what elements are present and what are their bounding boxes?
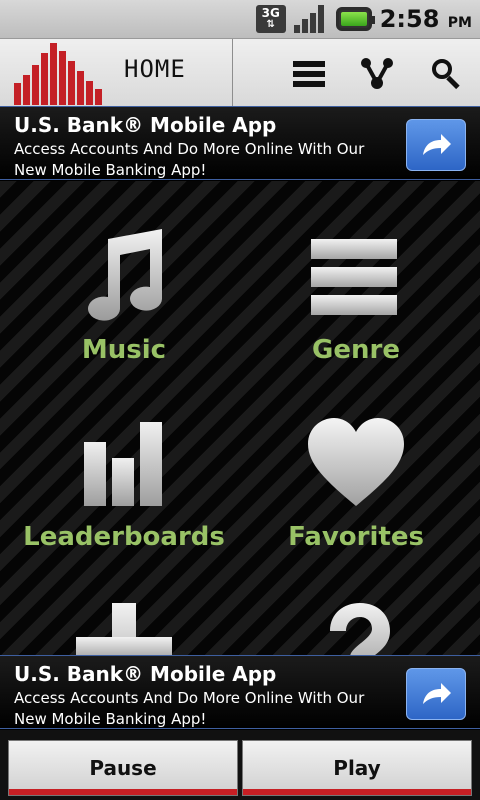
app-header: HOME: [0, 39, 480, 108]
signal-strength-icon: [293, 5, 328, 33]
ad-title: U.S. Bank® Mobile App: [14, 662, 277, 686]
ad-open-button[interactable]: [406, 668, 466, 720]
status-bar: 3G ⇅ 2:58 PM: [0, 0, 480, 39]
main-grid: Music Genre Leaderboards Favorites: [0, 181, 480, 655]
ad-banner-top[interactable]: U.S. Bank® Mobile App Access Accounts An…: [0, 106, 480, 180]
play-button[interactable]: Play: [242, 740, 472, 796]
network-3g-icon: 3G ⇅: [255, 5, 286, 33]
ad-line-1: Access Accounts And Do More Online With …: [14, 140, 365, 158]
ad-description: Access Accounts And Do More Online With …: [14, 688, 384, 730]
bar-chart-icon: [84, 422, 162, 506]
share-arrow-icon: [423, 683, 451, 704]
list-bars-icon: [311, 239, 397, 315]
ad-banner-bottom[interactable]: U.S. Bank® Mobile App Access Accounts An…: [0, 655, 480, 729]
playback-controls: Pause Play: [0, 730, 480, 800]
heart-icon: [308, 418, 404, 506]
battery-icon: [335, 7, 375, 31]
tile-label: Leaderboards: [23, 522, 225, 552]
search-icon[interactable]: [430, 57, 464, 91]
tile-label: Favorites: [288, 522, 424, 552]
ad-line-1: Access Accounts And Do More Online With …: [14, 689, 365, 707]
tile-music[interactable]: Music: [4, 181, 244, 368]
tile-add[interactable]: [4, 555, 244, 655]
clock-ampm: PM: [447, 15, 472, 31]
page-title: HOME: [124, 55, 186, 83]
plus-icon: [76, 603, 172, 655]
ad-line-2: New Mobile Banking App!: [14, 161, 207, 179]
ad-line-2: New Mobile Banking App!: [14, 710, 207, 728]
ad-title: U.S. Bank® Mobile App: [14, 113, 277, 137]
clock-time: 2:58: [379, 5, 440, 33]
menu-icon[interactable]: [293, 57, 327, 91]
share-icon[interactable]: [360, 57, 394, 91]
tile-label: Music: [81, 335, 167, 365]
tile-genre[interactable]: Genre: [236, 181, 476, 368]
question-mark-icon: [330, 603, 390, 655]
share-arrow-icon: [423, 134, 451, 155]
header-divider: [232, 39, 233, 106]
music-note-icon: [88, 229, 162, 321]
tile-favorites[interactable]: Favorites: [236, 368, 476, 555]
ad-open-button[interactable]: [406, 119, 466, 171]
status-icons: 3G ⇅ 2:58 PM: [255, 4, 472, 34]
app-logo[interactable]: [14, 39, 106, 105]
ad-description: Access Accounts And Do More Online With …: [14, 139, 384, 181]
tile-leaderboards[interactable]: Leaderboards: [4, 368, 244, 555]
pause-button[interactable]: Pause: [8, 740, 238, 796]
clock: 2:58 PM: [380, 5, 472, 33]
tile-help[interactable]: [236, 555, 476, 655]
tile-label: Genre: [312, 335, 400, 365]
network-label: 3G: [261, 6, 280, 20]
